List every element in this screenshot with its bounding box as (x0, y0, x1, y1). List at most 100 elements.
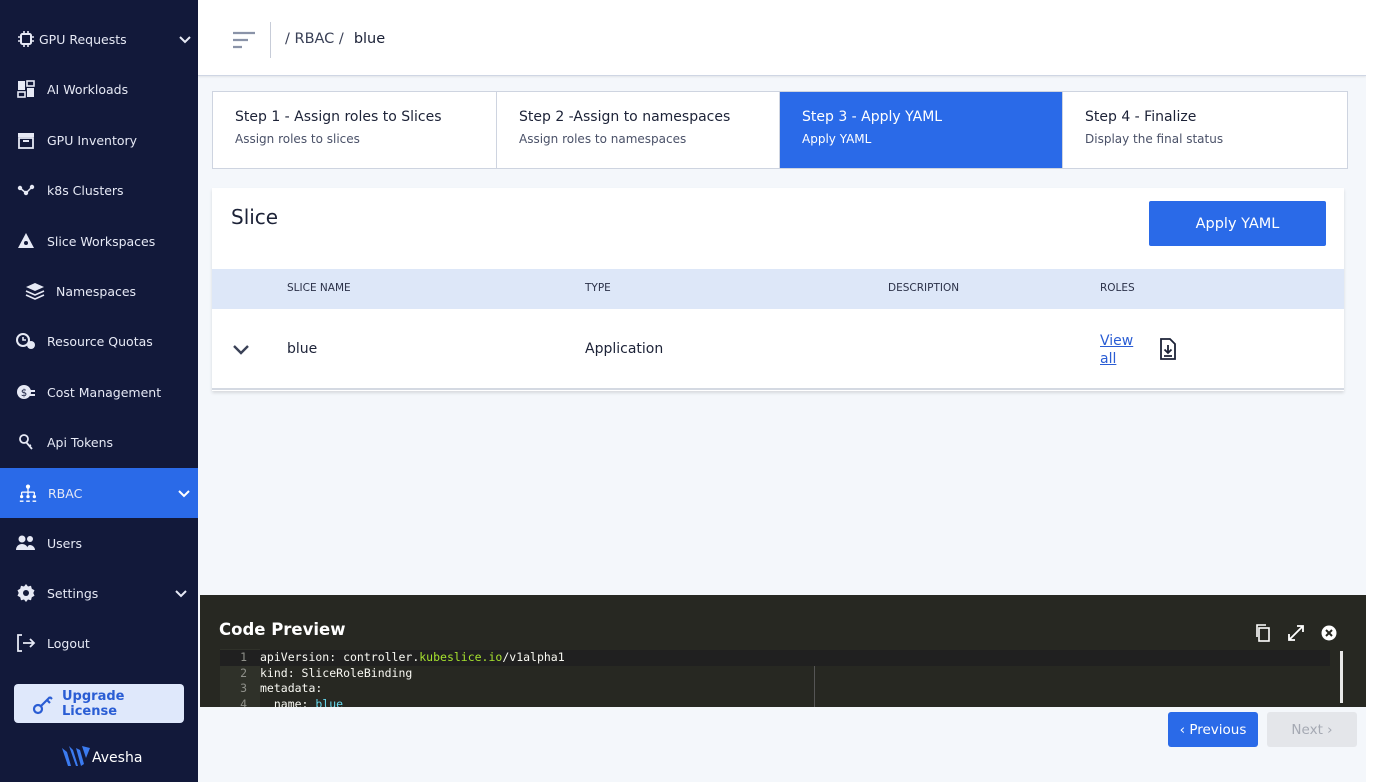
table-header: SLICE NAME TYPE DESCRIPTION ROLES (212, 269, 1344, 309)
dashboard-icon (16, 79, 36, 99)
sidebar-item-label: GPU Requests (39, 31, 127, 47)
download-file-icon[interactable] (1158, 338, 1178, 360)
breadcrumb: / RBAC / blue (285, 31, 385, 47)
sidebar-item-label: Api Tokens (47, 434, 114, 450)
upgrade-license-label: Upgrade License (61, 688, 125, 719)
brand-logo: Avesha (62, 744, 142, 766)
sidebar-item-gpu-requests[interactable]: GPU Requests (0, 16, 198, 62)
quota-icon (16, 331, 36, 351)
menu-icon[interactable] (232, 30, 256, 50)
expand-icon[interactable] (1286, 623, 1306, 643)
sidebar-item-label: Users (47, 535, 83, 551)
sidebar-item-label: k8s Clusters (47, 182, 124, 198)
line-number: 3 (240, 681, 247, 695)
sidebar-item-namespaces[interactable]: Namespaces (0, 268, 198, 314)
sidebar-item-label: GPU Inventory (47, 132, 138, 148)
code-line: 3 metadata: (220, 681, 1330, 697)
layers-icon (25, 281, 45, 301)
sidebar-item-label: Settings (47, 585, 99, 601)
step-2[interactable]: Step 2 -Assign to namespaces Assign role… (497, 92, 780, 168)
step-title: Step 2 -Assign to namespaces (519, 109, 731, 125)
step-subtitle: Assign roles to slices (235, 132, 360, 146)
chevron-down-icon[interactable] (173, 585, 189, 601)
breadcrumb-rbac-link[interactable]: / RBAC / (285, 31, 344, 47)
step-1[interactable]: Step 1 - Assign roles to Slices Assign r… (213, 92, 497, 168)
sidebar-item-settings[interactable]: Settings (0, 570, 198, 616)
upgrade-license-button[interactable]: Upgrade License (14, 684, 184, 723)
sidebar-item-cost-management[interactable]: $ Cost Management (0, 369, 198, 415)
line-number: 1 (240, 650, 247, 664)
sidebar-item-label: AI Workloads (47, 81, 129, 97)
sidebar-item-label: Slice Workspaces (47, 233, 156, 249)
sidebar-item-label: Cost Management (47, 384, 162, 400)
chevron-down-icon[interactable] (232, 342, 250, 358)
stepper: Step 1 - Assign roles to Slices Assign r… (212, 91, 1348, 169)
slice-icon (16, 231, 36, 251)
code-text: apiVersion: controller. (260, 650, 420, 664)
sidebar-item-resource-quotas[interactable]: Resource Quotas (0, 318, 198, 364)
code-line: 1 apiVersion: controller.kubeslice.io/v1… (220, 650, 1330, 666)
column-header-type: TYPE (585, 282, 611, 294)
apply-yaml-button[interactable]: Apply YAML (1149, 201, 1326, 246)
step-title: Step 4 - Finalize (1085, 109, 1197, 125)
type-cell: Application (585, 341, 664, 357)
brand-name: Avesha (92, 750, 143, 766)
code-line: 2 kind: SliceRoleBinding (220, 666, 1330, 682)
avesha-logo-icon (62, 746, 90, 766)
code-text: kind: SliceRoleBinding (260, 665, 413, 680)
code-text: metadata: (260, 681, 323, 695)
column-header-description: DESCRIPTION (888, 282, 960, 294)
code-highlight: blue (315, 696, 344, 708)
key-icon (32, 695, 53, 714)
step-subtitle: Apply YAML (802, 132, 872, 146)
table-row: blue Application View all (212, 309, 1344, 390)
sidebar-item-api-tokens[interactable]: Api Tokens (0, 419, 198, 465)
breadcrumb-current: blue (353, 31, 386, 47)
step-title: Step 3 - Apply YAML (802, 109, 943, 125)
svg-text:$: $ (21, 388, 27, 399)
code-editor[interactable]: 1 apiVersion: controller.kubeslice.io/v1… (220, 649, 1330, 707)
slice-name-cell: blue (287, 341, 318, 357)
previous-label: Previous (1189, 721, 1247, 738)
inventory-icon (16, 130, 36, 150)
chevron-down-icon[interactable] (177, 31, 193, 47)
logout-icon (16, 633, 36, 653)
line-number: 4 (240, 696, 247, 708)
next-button[interactable]: Next › (1267, 712, 1357, 747)
sidebar: GPU Requests AI Workloads GPU Inventory … (0, 0, 198, 782)
rbac-icon (18, 483, 38, 503)
code-preview-panel: Code Preview 1 apiVersion: controller.ku… (200, 595, 1366, 707)
step-4[interactable]: Step 4 - Finalize Display the final stat… (1063, 92, 1347, 168)
sidebar-item-label: Namespaces (56, 283, 137, 299)
next-label: Next (1291, 721, 1323, 738)
sidebar-item-slice-workspaces[interactable]: Slice Workspaces (0, 218, 198, 264)
sidebar-item-label: Resource Quotas (47, 333, 153, 349)
sidebar-item-ai-workloads[interactable]: AI Workloads (0, 66, 198, 112)
sidebar-item-logout[interactable]: Logout (0, 620, 198, 666)
view-all-roles-link[interactable]: View all (1100, 332, 1140, 368)
step-3[interactable]: Step 3 - Apply YAML Apply YAML (780, 92, 1063, 168)
close-icon[interactable] (1319, 623, 1339, 643)
sidebar-item-gpu-inventory[interactable]: GPU Inventory (0, 117, 198, 163)
sidebar-item-users[interactable]: Users (0, 520, 198, 566)
code-text: name: (260, 696, 316, 708)
top-header: / RBAC / blue (198, 0, 1366, 76)
step-subtitle: Display the final status (1085, 132, 1224, 146)
chevron-down-icon[interactable] (176, 485, 192, 501)
copy-icon[interactable] (1253, 623, 1273, 643)
code-text: /v1alpha1 (502, 650, 565, 664)
sidebar-item-rbac[interactable]: RBAC (0, 468, 198, 518)
users-icon (16, 533, 36, 553)
line-number: 2 (240, 665, 247, 680)
cluster-icon (16, 180, 36, 200)
code-toolbar (1253, 623, 1352, 643)
editor-scrollbar[interactable] (1340, 651, 1343, 703)
cost-icon: $ (16, 382, 36, 402)
key-icon (16, 432, 36, 452)
step-title: Step 1 - Assign roles to Slices (235, 109, 442, 125)
step-subtitle: Assign roles to namespaces (519, 132, 687, 146)
previous-button[interactable]: ‹ Previous (1168, 712, 1258, 747)
header-divider (270, 22, 271, 58)
code-line: 4 name: blue (220, 697, 1330, 708)
sidebar-item-k8s-clusters[interactable]: k8s Clusters (0, 167, 198, 213)
